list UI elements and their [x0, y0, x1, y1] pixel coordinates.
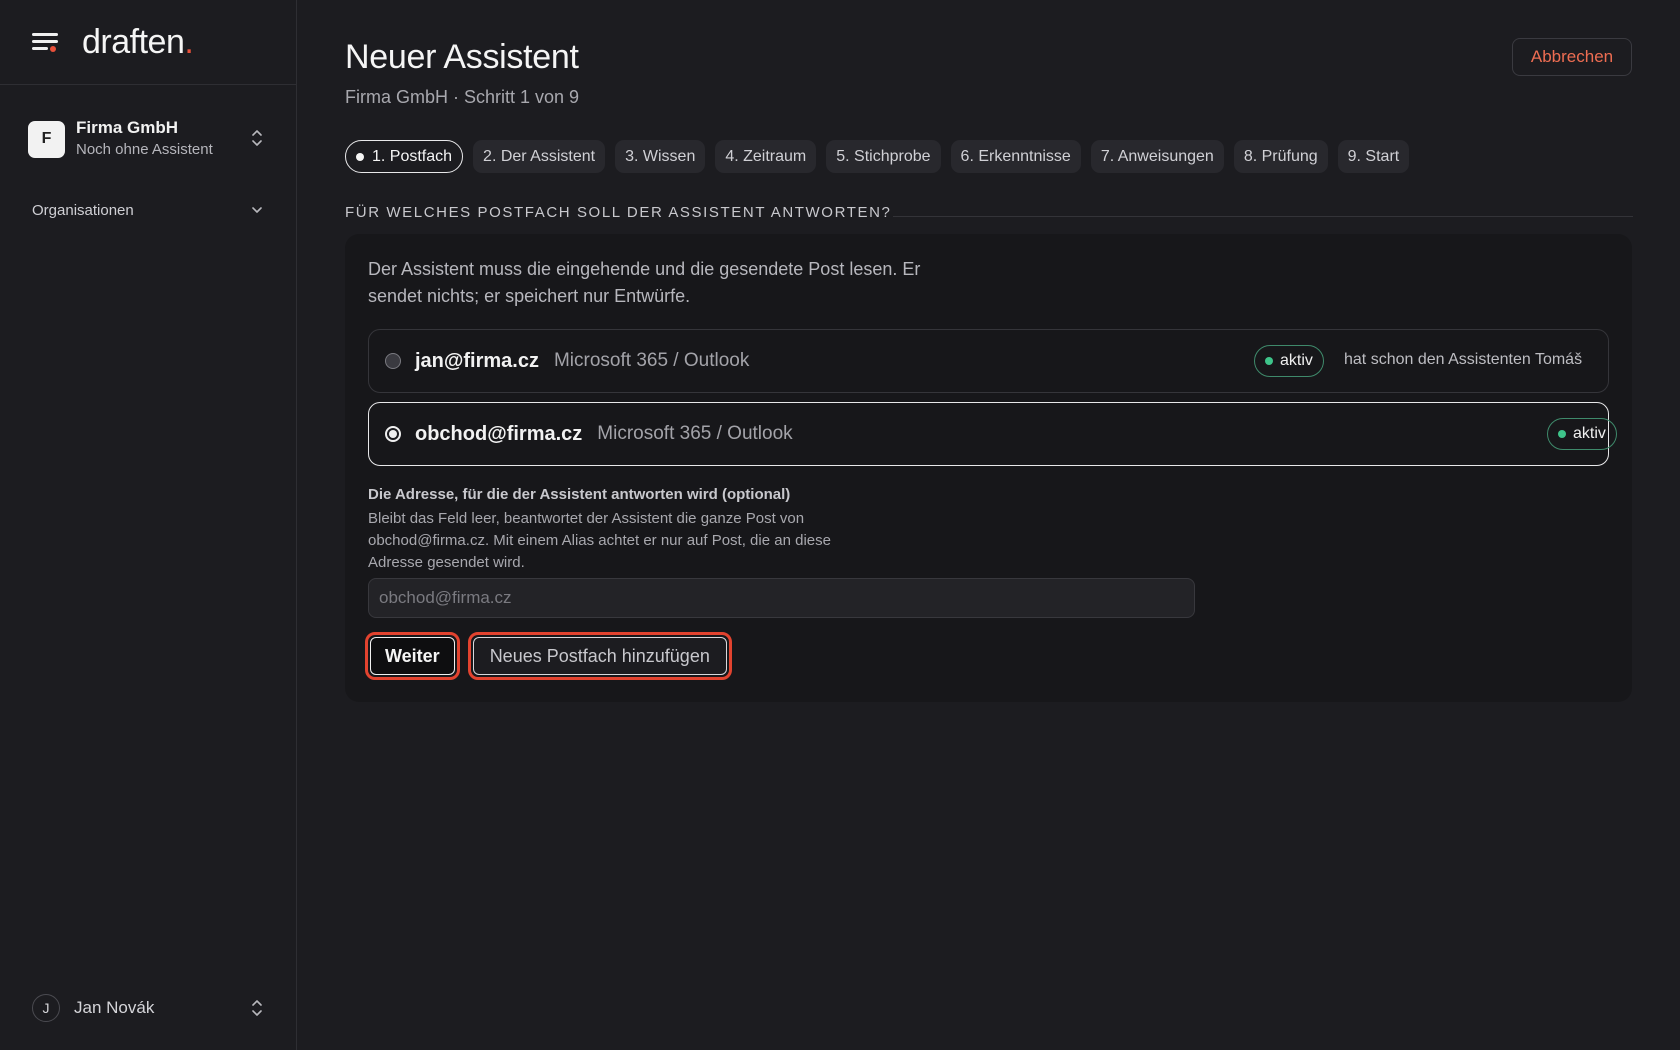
- organizations-toggle[interactable]: Organisationen: [32, 198, 264, 222]
- main-content: Neuer Assistent Firma GmbH · Schritt 1 v…: [298, 0, 1680, 1050]
- org-name: Firma GmbH: [76, 118, 179, 137]
- logo: draften.: [82, 22, 194, 61]
- org-switcher[interactable]: F Firma GmbH Noch ohne Assistent: [28, 116, 270, 162]
- add-mailbox-button[interactable]: Neues Postfach hinzufügen: [472, 637, 727, 675]
- intro-text: Der Assistent muss die eingehende und di…: [368, 259, 921, 306]
- alias-input[interactable]: [368, 578, 1195, 618]
- page-subtitle: Firma GmbH · Schritt 1 von 9: [345, 87, 580, 107]
- next-button[interactable]: Weiter: [370, 637, 455, 675]
- chevron-down-icon: [250, 202, 264, 219]
- sidebar-header: draften.: [0, 0, 296, 85]
- chevron-updown-icon: [250, 128, 264, 148]
- mailbox-email: obchod@firma.cz: [415, 422, 583, 445]
- divider: [893, 216, 1633, 217]
- avatar: J: [32, 994, 60, 1022]
- active-step-dot-icon: [356, 152, 364, 161]
- mailbox-note: hat schon den Assistenten Tomáš: [1344, 351, 1583, 368]
- highlight-ring: Neues Postfach hinzufügen: [467, 632, 732, 680]
- page-title: Neuer Assistent: [345, 38, 579, 76]
- mailbox-provider: Microsoft 365 / Outlook: [553, 350, 750, 371]
- radio-button-selected[interactable]: [385, 426, 401, 442]
- form-actions: Weiter Neues Postfach hinzufügen: [365, 632, 732, 680]
- wizard-steps: 1. Postfach 2. Der Assistent 3. Wissen 4…: [345, 140, 1410, 173]
- mailbox-option-obchod[interactable]: obchod@firma.cz Microsoft 365 / Outlook …: [368, 402, 1617, 466]
- status-dot-icon: [1265, 357, 1273, 365]
- chevron-updown-icon: [250, 998, 264, 1018]
- org-avatar: F: [28, 120, 65, 158]
- mailbox-provider: Microsoft 365 / Outlook: [597, 423, 793, 444]
- alias-field-label: Die Adresse, für die der Assistent antwo…: [368, 486, 791, 503]
- step-pruefung[interactable]: 8. Prüfung: [1233, 140, 1328, 173]
- status-badge: aktiv: [1547, 418, 1617, 450]
- user-menu[interactable]: J Jan Novák: [32, 993, 264, 1023]
- sidebar: draften. F Firma GmbH Noch ohne Assisten…: [0, 0, 297, 1050]
- step-anweisungen[interactable]: 7. Anweisungen: [1090, 140, 1224, 173]
- mailbox-email: jan@firma.cz: [415, 349, 539, 372]
- status-badge: aktiv: [1254, 345, 1324, 377]
- section-heading: FÜR WELCHES POSTFACH SOLL DER ASSISTENT …: [345, 204, 892, 221]
- step-postfach[interactable]: 1. Postfach: [345, 140, 464, 173]
- organizations-label: Organisationen: [32, 201, 134, 219]
- radio-button[interactable]: [385, 353, 401, 369]
- highlight-ring: Weiter: [365, 632, 460, 680]
- status-dot-icon: [1558, 430, 1566, 438]
- step-erkenntnisse[interactable]: 6. Erkenntnisse: [950, 140, 1081, 173]
- step-start[interactable]: 9. Start: [1337, 140, 1410, 173]
- step-stichprobe[interactable]: 5. Stichprobe: [826, 140, 941, 173]
- cancel-button[interactable]: Abbrechen: [1512, 38, 1632, 76]
- mailbox-option-jan[interactable]: jan@firma.cz Microsoft 365 / Outlook akt…: [368, 329, 1609, 393]
- user-name: Jan Novák: [74, 998, 155, 1017]
- step-zeitraum[interactable]: 4. Zeitraum: [715, 140, 817, 173]
- alias-field-help: Bleibt das Feld leer, beantwortet der As…: [368, 510, 831, 571]
- menu-icon[interactable]: [32, 30, 60, 54]
- step-wissen[interactable]: 3. Wissen: [615, 140, 706, 173]
- mailbox-card: Der Assistent muss die eingehende und di…: [345, 234, 1632, 702]
- org-subtitle: Noch ohne Assistent: [76, 141, 213, 158]
- step-der-assistent[interactable]: 2. Der Assistent: [473, 140, 606, 173]
